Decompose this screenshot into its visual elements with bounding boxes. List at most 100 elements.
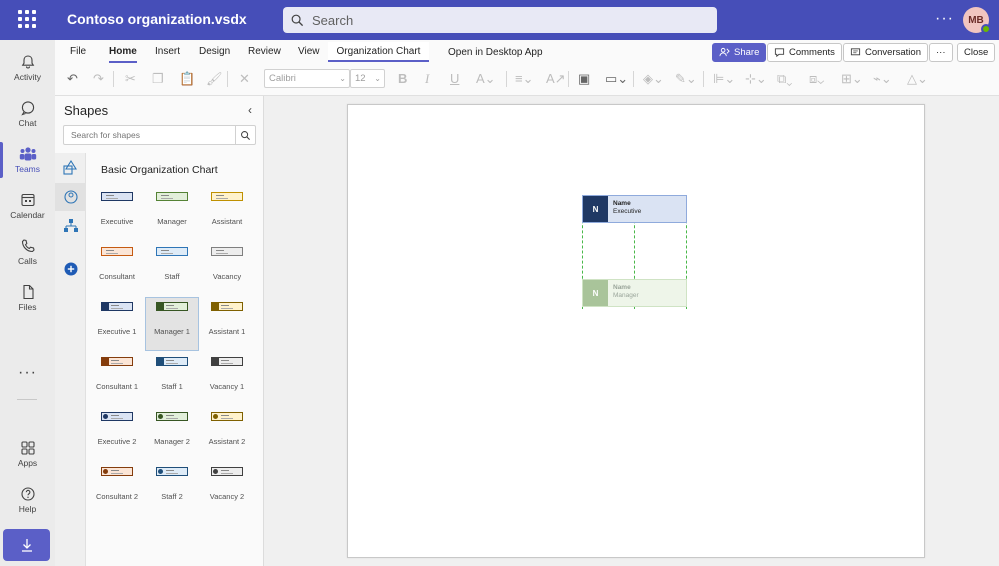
rail-item-calls[interactable]: Calls [0,230,55,274]
shape-item[interactable]: Staff 2 [145,462,199,516]
shape-item[interactable]: Manager 2 [145,407,199,461]
org-chart-stencil-icon[interactable] [55,183,86,211]
copy-icon[interactable]: ❐ [152,71,164,87]
tab-file[interactable]: File [70,46,86,62]
shape-thumbnail [156,412,188,421]
paste-icon[interactable]: 📋 [179,71,195,87]
user-avatar[interactable]: MB [963,7,991,34]
shape-item[interactable]: Manager [145,187,199,241]
shape-search-box[interactable] [63,125,256,145]
more-commands-button[interactable]: ··· [929,43,953,62]
rail-item-help[interactable]: Help [0,478,55,522]
shape-item[interactable]: Manager 1 [145,297,199,351]
shape-item[interactable]: Executive 2 [90,407,144,461]
open-in-desktop-app-link[interactable]: Open in Desktop App [448,47,543,58]
shape-item[interactable]: Consultant 2 [90,462,144,516]
shape-badge [212,358,219,365]
shape-item[interactable]: Vacancy 2 [200,462,254,516]
font-size-select[interactable]: 12 ⌄ [350,69,385,88]
drawing-canvas[interactable]: N Name Executive N Name Manager [264,96,999,566]
drawing-page[interactable]: N Name Executive N Name Manager [347,104,925,558]
shape-item[interactable]: Vacancy 1 [200,352,254,406]
align-icon[interactable]: ≡⌄ [515,71,533,87]
shape-item[interactable]: Consultant 1 [90,352,144,406]
tab-organization-chart[interactable]: Organization Chart [328,42,429,62]
group-icon[interactable]: ⧈⌄ [809,71,824,87]
hierarchy-stencil-icon[interactable] [55,212,86,240]
shape-line [111,360,119,361]
conversation-button[interactable]: Conversation [843,43,928,62]
underline-icon[interactable]: U [450,71,459,86]
app-launcher-icon[interactable] [18,10,36,28]
more-options-icon[interactable]: ··· [935,10,954,28]
apps-icon [20,441,35,455]
shape-item[interactable]: Executive [90,187,144,241]
effects-icon[interactable]: ⌁⌄ [873,71,892,87]
shape-line [161,250,169,251]
bold-icon[interactable]: B [398,71,407,86]
shape-item[interactable]: Vacancy [200,242,254,296]
org-shape-executive[interactable]: N Name Executive [582,195,687,223]
undo-icon[interactable]: ↶ [67,71,78,87]
download-button[interactable] [3,529,50,561]
shape-label: Consultant [99,272,135,281]
rail-item-calendar[interactable]: Calendar [0,184,55,228]
rail-item-chat[interactable]: Chat [0,92,55,136]
shape-line [111,473,123,474]
add-stencil-icon[interactable] [55,255,86,283]
font-color-icon[interactable]: A⌄ [476,71,496,87]
font-name-select[interactable]: Calibri ⌄ [264,69,350,88]
format-painter-icon[interactable]: 🖌 [206,71,223,87]
collapse-panel-icon[interactable]: ‹ [248,103,252,117]
org-shape-manager-ghost[interactable]: N Name Manager [582,279,687,307]
shape-item[interactable]: Assistant 2 [200,407,254,461]
download-icon [21,539,32,552]
shape-badge [103,469,108,474]
shape-item[interactable]: Consultant [90,242,144,296]
shape-item[interactable]: Staff 1 [145,352,199,406]
tab-review[interactable]: Review [248,46,281,62]
styles-icon[interactable]: △⌄ [907,71,928,87]
shape-badge [213,469,218,474]
tab-insert[interactable]: Insert [155,46,180,62]
shape-search-input[interactable] [71,130,231,140]
cut-icon[interactable]: ✂ [125,71,136,87]
tab-design[interactable]: Design [199,46,230,62]
search-icon[interactable] [235,126,255,144]
delete-icon[interactable]: ✕ [239,71,250,87]
close-label: Close [964,47,989,58]
calendar-icon [20,193,35,207]
shape-outline-icon[interactable]: ▭⌄ [605,71,628,87]
position-icon[interactable]: ⊹⌄ [745,71,767,87]
fill-icon[interactable]: ◈⌄ [643,71,664,87]
redo-icon[interactable]: ↷ [93,71,104,87]
rail-item-files[interactable]: Files [0,276,55,320]
rail-label: Activity [14,72,41,82]
close-button[interactable]: Close [957,43,996,62]
shape-line [166,473,178,474]
rail-item-apps[interactable]: Apps [0,432,55,476]
arrange-icon[interactable]: ⧉⌄ [777,71,792,87]
shape-line [161,195,169,196]
shape-item[interactable]: Staff [145,242,199,296]
shape-item[interactable]: Executive 1 [90,297,144,351]
tab-home[interactable]: Home [109,46,137,63]
search-box[interactable]: Search [283,7,717,33]
text-box-icon[interactable]: ▣ [578,71,590,87]
rail-item-activity[interactable]: Activity [0,46,55,90]
line-color-icon[interactable]: ✎⌄ [675,71,697,87]
text-size-icon[interactable]: A↗ [546,71,566,87]
node-text: Name Manager [608,280,639,306]
comments-button[interactable]: Comments [767,43,842,62]
shape-item[interactable]: Assistant [200,187,254,241]
layout-icon[interactable]: ⊞⌄ [841,71,863,87]
align-shapes-icon[interactable]: ⊫⌄ [713,71,735,87]
shape-item[interactable]: Assistant 1 [200,297,254,351]
stencil-category-title: Basic Organization Chart [101,164,218,176]
italic-icon[interactable]: I [425,71,429,87]
share-button[interactable]: Share [712,43,767,62]
tab-view[interactable]: View [298,46,320,62]
more-apps-icon[interactable]: ··· [0,364,55,382]
basic-shapes-stencil-icon[interactable] [55,154,86,182]
rail-item-teams[interactable]: Teams [0,138,55,182]
